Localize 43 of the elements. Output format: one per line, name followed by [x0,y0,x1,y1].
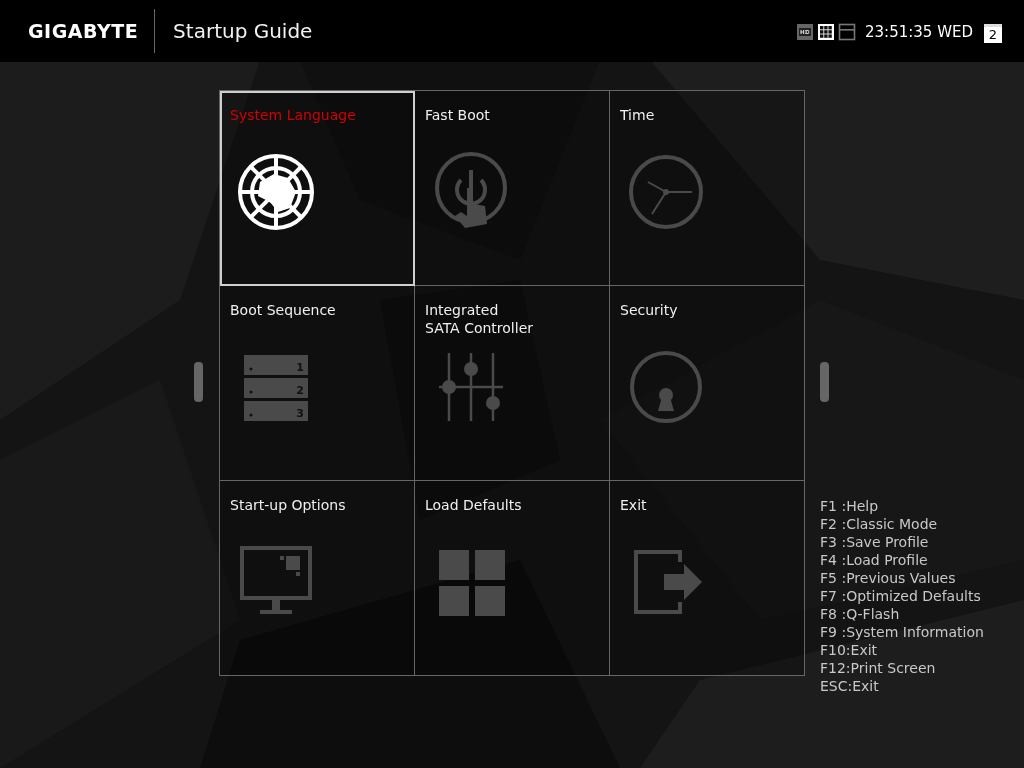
menu-tile[interactable]: Exit [610,481,805,676]
hotkey-hint: F9 :System Information [820,623,984,641]
drive-number: 1 [296,361,304,374]
menu-tile[interactable]: Boot Sequence 1 2 3 [220,286,415,481]
hotkey-hint: ESC:Exit [820,677,880,695]
tile-title: Time [620,106,656,124]
page-title: Startup Guide [173,19,313,43]
hotkey-hint: F5 :Previous Values [820,569,957,587]
calendar-icon: 2 [984,23,1002,43]
menu-tile[interactable]: Integrated SATA Controller [415,286,610,481]
tile-title: Exit [620,496,648,514]
scroll-handle[interactable] [820,362,829,402]
menu-tile[interactable]: Fast Boot [415,91,610,286]
tile-title: Fast Boot [425,106,491,124]
tile-title: Security [620,301,679,319]
hd-view-icon[interactable] [796,23,814,41]
drive-number: 3 [296,407,304,420]
menu-tile[interactable]: Time [610,91,805,286]
clock-time: 23:51:35 WED [865,23,973,41]
clock-icon [626,152,706,232]
hotkey-hint: F8 :Q-Flash [820,605,901,623]
hotkey-hint: F12:Print Screen [820,659,937,677]
hotkey-hint: F10:Exit [820,641,879,659]
drive-number: 2 [296,384,304,397]
menu-tile[interactable]: Load Defaults [415,481,610,676]
scroll-handle[interactable] [194,362,203,402]
hotkey-hint: F3 :Save Profile [820,533,930,551]
hotkey-hint: F2 :Classic Mode [820,515,939,533]
globe-icon [236,152,316,232]
menu-tile[interactable]: Start-up Options [220,481,415,676]
tile-title: Start-up Options [230,496,347,514]
hotkey-hint: F1 :Help [820,497,880,515]
menu-tile[interactable]: Security [610,286,805,481]
tile-title: Load Defaults [425,496,523,514]
tile-title: Integrated SATA Controller [425,301,534,337]
grid-view-icon[interactable] [817,23,835,41]
tile-title: System Language [230,106,357,124]
menu-tile[interactable]: System Language [220,91,415,286]
tile-title: Boot Sequence [230,301,337,319]
brand-logo: GIGABYTE [28,9,156,53]
hotkey-hint: F4 :Load Profile [820,551,929,569]
hotkey-hint: F7 :Optimized Defaults [820,587,982,605]
single-view-icon[interactable] [838,23,856,41]
